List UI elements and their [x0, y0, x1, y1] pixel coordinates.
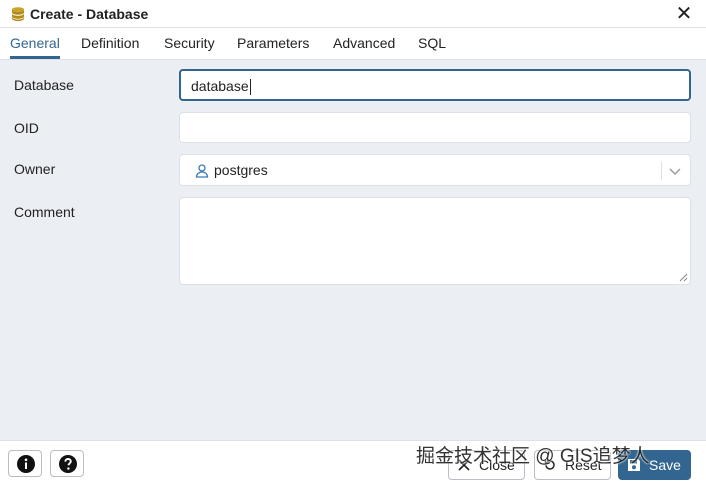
comment-label: Comment	[14, 204, 75, 220]
resize-handle-icon[interactable]	[678, 272, 688, 282]
tab-general[interactable]: General	[10, 28, 60, 59]
tab-definition[interactable]: Definition	[81, 28, 139, 59]
tab-parameters[interactable]: Parameters	[237, 28, 309, 59]
tab-security[interactable]: Security	[164, 28, 215, 59]
tab-advanced[interactable]: Advanced	[333, 28, 395, 59]
owner-label: Owner	[14, 161, 56, 177]
info-icon	[17, 455, 35, 473]
help-icon	[59, 455, 77, 473]
close-icon[interactable]: ✕	[674, 4, 694, 24]
select-separator	[661, 162, 662, 180]
database-value: database	[191, 78, 249, 94]
database-label: Database	[14, 77, 74, 93]
dialog-title: Create - Database	[30, 6, 149, 22]
form-panel: Database database OID Owner postgres Com…	[0, 60, 706, 440]
save-label: Save	[649, 457, 681, 473]
watermark: 掘金技术社区 @ GIS追梦人	[416, 446, 650, 467]
database-input[interactable]: database	[179, 69, 691, 101]
tab-bar: General Definition Security Parameters A…	[0, 28, 706, 60]
user-icon	[195, 164, 209, 178]
owner-select[interactable]: postgres	[179, 154, 691, 186]
comment-textarea[interactable]	[179, 197, 691, 285]
tab-sql[interactable]: SQL	[418, 28, 446, 59]
chevron-down-icon[interactable]	[668, 164, 682, 178]
help-button[interactable]	[50, 450, 84, 477]
info-button[interactable]	[8, 450, 42, 477]
database-icon	[12, 7, 24, 22]
text-caret	[249, 79, 251, 96]
dialog-titlebar: Create - Database ✕	[0, 0, 706, 28]
oid-input[interactable]	[179, 112, 691, 143]
oid-label: OID	[14, 120, 39, 136]
owner-value: postgres	[214, 162, 268, 178]
